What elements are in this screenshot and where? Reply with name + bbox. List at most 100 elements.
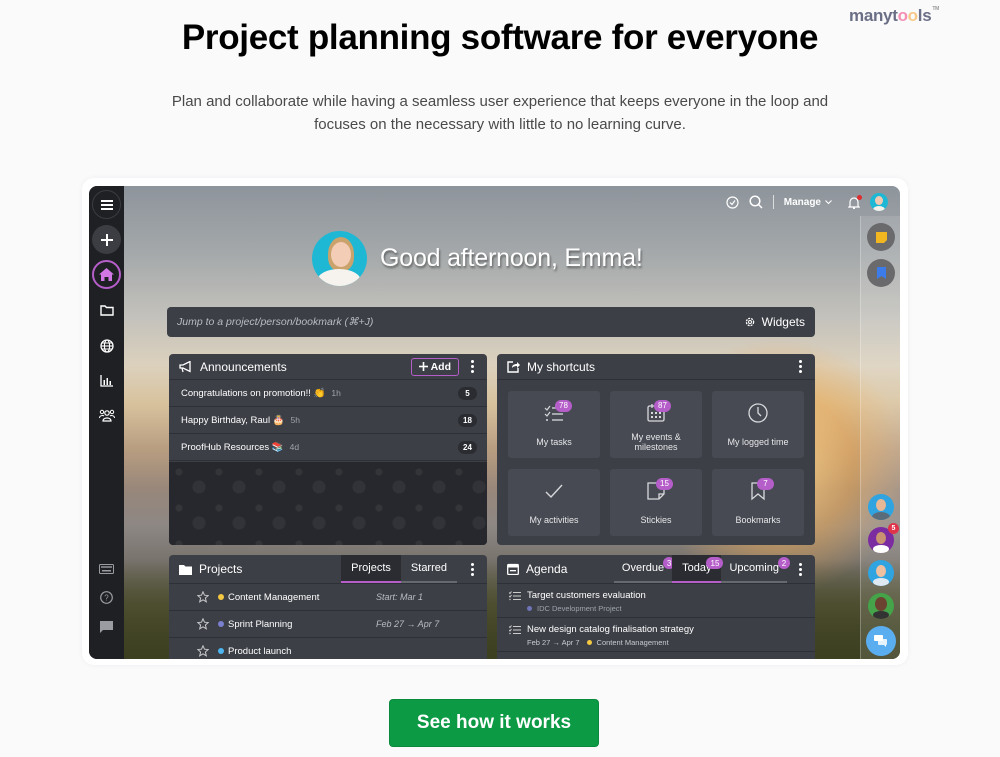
agenda-card: Agenda Overdue 3 Today 15 Upcoming 2 Target… [497, 555, 815, 659]
greeting-avatar [312, 231, 367, 286]
cake-emoji-icon: 🎂 [272, 414, 285, 426]
agenda-more-button[interactable] [795, 562, 805, 576]
shortcut-label: My logged time [727, 437, 789, 447]
sticky-note-icon [875, 231, 887, 243]
announcement-time: 1h [331, 388, 341, 398]
contact-avatar-4[interactable] [868, 593, 894, 619]
user-avatar[interactable] [870, 193, 888, 211]
folder-icon [99, 305, 114, 316]
share-icon [507, 360, 520, 373]
avatar-shirt [873, 206, 885, 211]
project-dates: Start: Mar 1 [376, 592, 424, 602]
agenda-header: Agenda Overdue 3 Today 15 Upcoming 2 [497, 555, 815, 584]
announcements-header: Announcements Add [169, 354, 487, 380]
home-button[interactable] [92, 260, 121, 289]
reports-icon [99, 374, 113, 387]
add-label: Add [430, 360, 451, 373]
contact-avatar-3[interactable] [868, 560, 894, 586]
projects-more-button[interactable] [467, 562, 477, 576]
contact-avatar-2[interactable]: 5 [868, 523, 899, 553]
projects-nav[interactable] [98, 302, 115, 319]
keyboard-icon [99, 563, 114, 574]
see-how-it-works-button[interactable]: See how it works [389, 699, 599, 747]
task-list-icon [509, 624, 521, 634]
folder-icon [179, 564, 192, 575]
books-emoji-icon: 📚 [271, 441, 284, 453]
add-button[interactable] [92, 225, 121, 254]
shortcut-my-events[interactable]: 87 My events & milestones [610, 391, 702, 458]
hamburger-icon [100, 199, 113, 210]
announcement-count: 5 [458, 386, 477, 400]
agenda-item[interactable]: Target customers evaluation IDC Developm… [497, 584, 815, 618]
shortcut-label: My events & milestones [631, 432, 681, 452]
shortcut-my-activities[interactable]: My activities [508, 469, 600, 536]
tab-today[interactable]: Today 15 [672, 555, 724, 583]
shortcut-bookmarks[interactable]: 7 Bookmarks [712, 469, 804, 536]
jump-search-bar[interactable]: Jump to a project/person/bookmark (⌘+J) … [167, 307, 815, 337]
hero-title: Project planning software for everyone [181, 18, 819, 57]
reports-nav[interactable] [98, 372, 115, 389]
calendar-icon [507, 563, 519, 575]
tab-upcoming[interactable]: Upcoming 2 [721, 555, 790, 583]
project-row[interactable]: Sprint Planning Feb 27 → Apr 7 [169, 611, 487, 638]
shortcut-logged-time[interactable]: My logged time [712, 391, 804, 458]
tab-overdue[interactable]: Overdue 3 [613, 555, 676, 583]
tab-projects[interactable]: Projects [341, 555, 401, 583]
project-row[interactable]: Content Management Start: Mar 1 [169, 584, 487, 611]
shortcut-label: My activities [529, 515, 579, 525]
avatar-face [331, 242, 351, 267]
announcements-more-button[interactable] [467, 360, 477, 373]
star-icon[interactable] [197, 618, 209, 630]
feedback-button[interactable] [98, 618, 115, 635]
face-icon [876, 499, 886, 511]
celebration-pattern-background [169, 462, 487, 545]
tab-label: Overdue [621, 562, 665, 574]
agenda-item-title: New design catalog finalisation strategy [527, 624, 694, 635]
manage-menu[interactable]: Manage [784, 197, 832, 208]
tab-starred[interactable]: Starred [400, 555, 457, 583]
gear-icon [745, 317, 754, 327]
shortcut-stickies[interactable]: 15 Stickies [610, 469, 702, 536]
star-icon[interactable] [197, 591, 209, 603]
agenda-title: Agenda [526, 562, 568, 576]
manage-label: Manage [783, 196, 821, 208]
shortcuts-header: My shortcuts [497, 354, 815, 380]
add-announcement-button[interactable]: Add [410, 357, 459, 376]
announcement-text: ProofHub Resources [181, 441, 270, 453]
chat-icon [100, 620, 113, 633]
bookmarks-button[interactable] [867, 259, 895, 287]
agenda-item-meta: IDC Development Project [509, 604, 805, 613]
announcements-title: Announcements [200, 359, 287, 374]
shortcuts-grid: 78 My tasks 87 My events & milestones My… [508, 391, 804, 536]
help-button[interactable]: ? [98, 589, 115, 606]
svg-text:?: ? [104, 594, 109, 603]
announcement-item[interactable]: Happy Birthday, Raul 🎂 5h 18 [169, 407, 487, 434]
agenda-item-title: Target customers evaluation [527, 590, 646, 601]
home-icon [99, 268, 114, 281]
global-nav[interactable] [98, 337, 115, 354]
project-row[interactable]: Product launch [169, 638, 487, 659]
bookmarks-badge: 7 [757, 478, 774, 490]
timer-icon[interactable] [726, 195, 739, 209]
body-icon [872, 512, 890, 520]
menu-button[interactable] [92, 190, 121, 219]
chat-button[interactable] [866, 626, 896, 656]
people-nav[interactable] [98, 407, 115, 424]
avatar-shirt [317, 269, 361, 286]
stickies-button[interactable] [867, 223, 895, 251]
contact-avatar-1[interactable] [868, 494, 894, 520]
projects-header: Projects Projects Starred [169, 555, 487, 584]
widgets-button[interactable]: Widgets [744, 315, 805, 329]
chat-bubbles-icon [874, 635, 887, 647]
announcement-item[interactable]: ProofHub Resources 📚 4d 24 [169, 434, 487, 461]
keyboard-shortcuts[interactable] [98, 560, 115, 577]
shortcuts-more-button[interactable] [795, 360, 805, 373]
agenda-item[interactable]: New design catalog finalisation strategy… [497, 618, 815, 652]
search-icon[interactable] [749, 195, 763, 209]
body-icon [873, 578, 889, 586]
notifications-button[interactable] [848, 194, 862, 209]
star-icon[interactable] [197, 645, 209, 657]
announcement-item[interactable]: Congratulations on promotion!! 👏 1h 5 [169, 380, 487, 407]
shortcut-my-tasks[interactable]: 78 My tasks [508, 391, 600, 458]
announcement-text: Happy Birthday, Raul [181, 414, 271, 426]
